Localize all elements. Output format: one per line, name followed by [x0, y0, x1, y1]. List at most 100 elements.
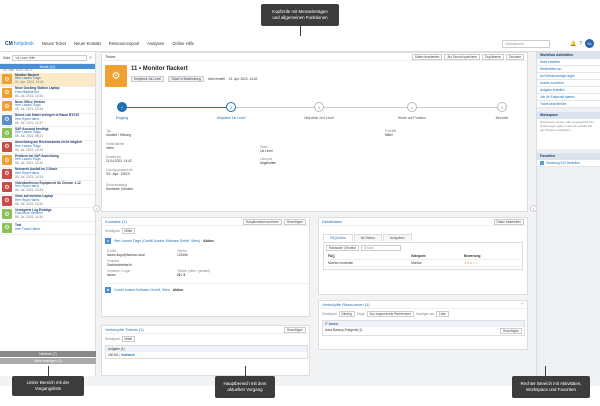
- step-4[interactable]: 4: [407, 102, 417, 112]
- ticket-list-date: 06. Jul. 2021, 14:34: [15, 107, 44, 112]
- workflow-action-item[interactable]: Weiterleiten an...: [537, 66, 600, 73]
- organization-action[interactable]: Aktion: [173, 288, 184, 292]
- list-icon[interactable]: ☰: [89, 56, 92, 60]
- res-display-select[interactable]: Liste: [436, 311, 449, 317]
- print-button[interactable]: Drucken: [506, 53, 524, 60]
- nav-new-ticket[interactable]: Neues Ticket: [42, 41, 66, 46]
- contact-email[interactable]: lazaro.tiago@fantoso.local: [107, 253, 145, 257]
- view-label: Sicht: [3, 55, 11, 60]
- contact-phone[interactable]: 123456: [177, 253, 188, 257]
- ticket-list-item[interactable]: ⚙ SAP Account benötigt Herr Lazaro Tiago 05…: [0, 127, 95, 141]
- step-1[interactable]: ✓: [117, 102, 127, 112]
- add-linked-ticket-button[interactable]: Hinzufügen: [283, 326, 306, 333]
- detail-data-title[interactable]: Detaildaten: [322, 219, 342, 224]
- workflow-action-item[interactable]: Notiz erstellen: [537, 59, 600, 66]
- workflow-section-title[interactable]: Workflow Aktivitäten: [537, 52, 600, 59]
- workflow-action-item[interactable]: Job für Endpunkt starten: [537, 94, 600, 101]
- ticket-list-item[interactable]: ⚙ Netzwerk Ausfall im 2.Stock Herr Ryan Ha…: [0, 167, 95, 181]
- ticket-status-icon: ⚙: [2, 168, 12, 179]
- linked-detail-select[interactable]: Mittel: [121, 336, 136, 342]
- help-icon[interactable]: ?: [579, 41, 582, 47]
- linked-tickets-title[interactable]: Verknüpfte Tickets (1): [105, 327, 144, 332]
- res-item[interactable]: Avira Backup Endgerät (1): [325, 328, 362, 334]
- view-select[interactable]: 1st Level Hilfe: [12, 54, 88, 61]
- main-area: Ticket Daten bearbeiten Als Favorit spei…: [101, 52, 528, 376]
- nav-new-contact[interactable]: Neuer Kontakt: [74, 41, 101, 46]
- edit-details-button[interactable]: Daten bearbeiten: [493, 218, 524, 225]
- nav-analytics[interactable]: Analysen: [147, 41, 164, 46]
- res-show-select[interactable]: Nur zugeordnete Referenzen: [366, 311, 414, 317]
- workflow-action-item[interactable]: Ticket abschließen: [537, 101, 600, 108]
- collapse-left-button[interactable]: ‹: [93, 205, 100, 212]
- ticket-list-item[interactable]: ⚙ Virus auf meinem Laptop Herr Ryan Harris…: [0, 194, 95, 208]
- field-catalog[interactable]: Hardware | Monitor: [106, 187, 133, 191]
- favorite-button[interactable]: Als Favorit speichern: [444, 53, 481, 60]
- tag-team[interactable]: Helpdesk 1st Level: [131, 76, 164, 82]
- field-priority[interactable]: Mittel: [385, 133, 396, 137]
- tab-ist-status[interactable]: Ist-Status: [353, 234, 382, 241]
- ticket-list-item[interactable]: ⚙ Videokonferenz Equipment für Zimmer 1.1…: [0, 181, 95, 195]
- ticket-list-item[interactable]: ⚙ Anmeldung am Rechnerkonto nicht möglich…: [0, 140, 95, 154]
- step-3[interactable]: 3: [314, 102, 324, 112]
- res-detail-select[interactable]: Niedrig: [338, 311, 355, 317]
- right-panel: Workflow Aktivitäten Notiz erstellen Weit…: [536, 52, 600, 376]
- contact-action[interactable]: Aktion: [203, 239, 214, 243]
- add-contact-button[interactable]: Hinzufügen: [283, 218, 306, 225]
- ticket-list-date: 05. Jul. 2021, 14:34: [15, 174, 44, 179]
- faq-row-title[interactable]: Monitor einrichten: [326, 259, 410, 267]
- faq-search-input[interactable]: Search: [361, 245, 402, 251]
- callout-main: Hauptbereich mit dem aktuellen Vorgang: [215, 376, 275, 398]
- tag-date: 21. Apr. 2023, 14:42: [228, 77, 258, 81]
- ticket-list-item[interactable]: ⚙ Monitor flackert Herr Lazaro Tiago 21. Ap…: [0, 73, 95, 87]
- workflow-action-item[interactable]: Assets zuordnen: [537, 80, 600, 87]
- linked-ticket-title[interactable]: Softdesk: [121, 353, 134, 357]
- ticket-list-item[interactable]: ⚙ Test Herr Travis Harris: [0, 222, 95, 235]
- step-2[interactable]: 2: [226, 102, 236, 112]
- edit-data-button[interactable]: Daten bearbeiten: [411, 53, 443, 60]
- ticket-status-icon: ⚙: [2, 222, 12, 233]
- faq-category-filter[interactable]: Hardware | Monitor: [326, 245, 360, 251]
- callout-left: Linker Bereich mit der Vorgangsliste: [12, 376, 84, 396]
- show-more-button[interactable]: Mehr anzeigen (2): [0, 358, 96, 364]
- tab-faq[interactable]: FAQ/Links: [323, 234, 353, 241]
- tag-status[interactable]: Ticket in Bearbeitung: [167, 76, 204, 82]
- global-search-input[interactable]: Globalsuche...: [502, 40, 550, 48]
- ticket-list-item[interactable]: ⚙ Problem bei VAP Anmeldung Herr Lazaro Ti…: [0, 154, 95, 168]
- progress-line-done: [122, 107, 230, 108]
- contact-name[interactable]: Herr Lazaro Tiago (Corbtil Austria Softw…: [114, 239, 200, 243]
- field-team[interactable]: 1st Level: [260, 149, 273, 153]
- contacts-detail-select[interactable]: Mittel: [121, 228, 136, 234]
- ticket-list-item[interactable]: ⚙ Neue Docking Station Laptop Frau Mikaela…: [0, 86, 95, 100]
- ticket-list-item[interactable]: ⚙ Verzögerte Log Einträge Frau Anna Hendre…: [0, 208, 95, 222]
- nav-resource-pool[interactable]: Ressourcenpool: [109, 41, 139, 46]
- app-logo[interactable]: CM helpdesk: [5, 41, 34, 47]
- ticket-list-item[interactable]: ⚙ Neue Office Version Herr Lazaro Tiago 06.…: [0, 100, 95, 114]
- ticket-list-date: 06. Jul. 2021, 14:34: [15, 147, 44, 152]
- linked-resources-title[interactable]: Verknüpfte Ressourcen (1): [322, 302, 370, 307]
- field-channel[interactable]: Intern: [106, 146, 124, 150]
- field-due[interactable]: 29. Apr. 2023: [106, 172, 133, 176]
- workspace-section-title[interactable]: Workspace: [537, 112, 600, 119]
- detail-data-card: Detaildaten Daten bearbeiten FAQ/Links Is…: [318, 217, 528, 295]
- change-main-contact-button[interactable]: Hauptkontakt wechseln: [242, 218, 282, 225]
- person-icon: ●: [105, 238, 111, 244]
- workflow-action-item[interactable]: Auf Wiedervorlage legen: [537, 73, 600, 80]
- tab-tasks[interactable]: Aufgaben: [382, 234, 412, 241]
- avatar[interactable]: SA: [585, 39, 594, 48]
- callout-main-line2: aktuellen Vorgang: [227, 387, 263, 392]
- group-next[interactable]: Nächste (7): [0, 351, 96, 357]
- nav-online-help[interactable]: Online Hilfe: [172, 41, 194, 46]
- field-lifecycle[interactable]: Abgehalten: [260, 161, 276, 165]
- res-add-button[interactable]: Hinzufügen: [499, 328, 522, 334]
- ticket-status-icon: ⚙: [2, 114, 12, 125]
- contacts-title[interactable]: Kontakte (1): [105, 219, 127, 224]
- step-5[interactable]: 5: [497, 102, 507, 112]
- workflow-action-item[interactable]: Aufgabe erstellen: [537, 87, 600, 94]
- bell-icon[interactable]: 🔔: [570, 41, 576, 47]
- field-type[interactable]: Incident / Störung: [106, 133, 131, 137]
- favorite-item[interactable]: Samsung S10 bestellen: [537, 160, 600, 167]
- ticket-list-item[interactable]: ⚙ Neues Lan Kabel verlegen in Raum BY215 H…: [0, 113, 95, 127]
- collapse-icon[interactable]: ⌃: [521, 302, 524, 307]
- organization-name[interactable]: Corbtil Austria Software GmbH, Wien: [114, 288, 170, 292]
- duplicate-button[interactable]: Duplizieren: [482, 53, 505, 60]
